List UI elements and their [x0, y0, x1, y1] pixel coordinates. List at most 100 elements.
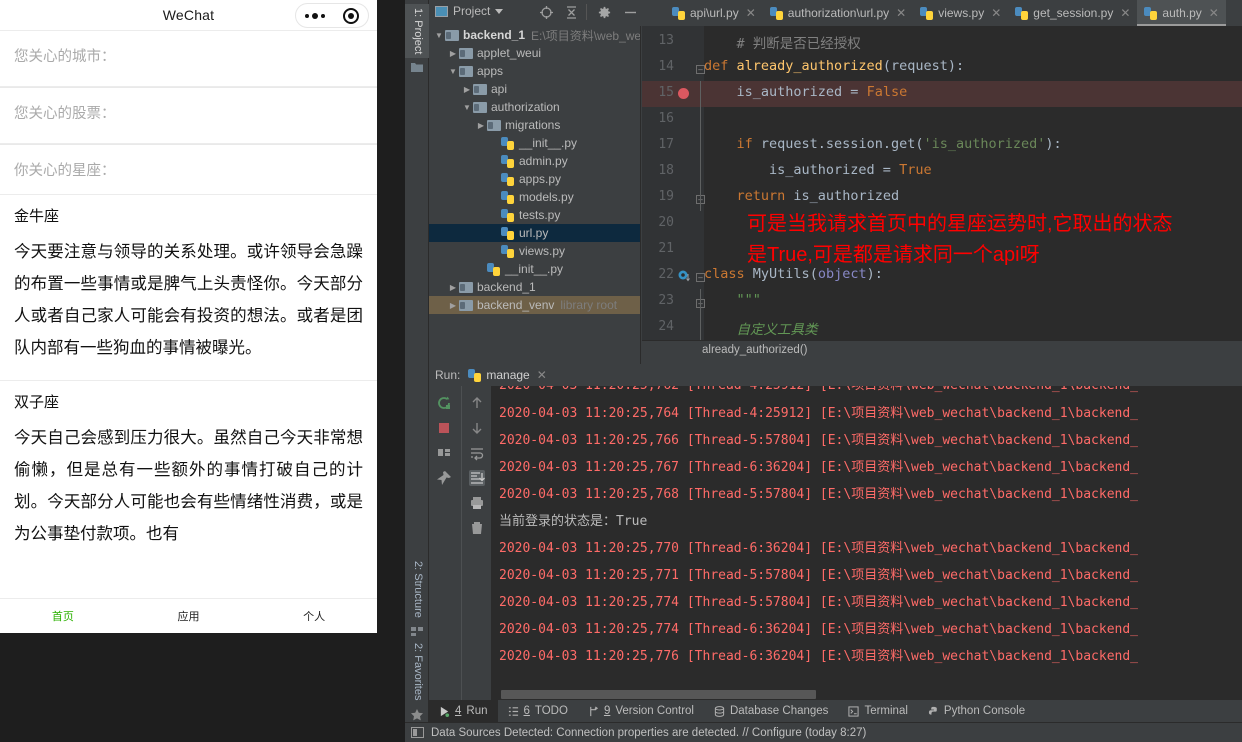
code-line[interactable]: if request.session.get('is_authorized'):	[704, 136, 1242, 162]
tree-item[interactable]: models.py	[429, 188, 640, 206]
sidebar-item-favorites[interactable]: 2: Favorites	[405, 639, 429, 704]
trash-icon[interactable]	[469, 520, 485, 536]
tree-item-label: migrations	[505, 118, 561, 132]
close-icon[interactable]: ✕	[746, 6, 756, 20]
tabbar-item-home[interactable]: 首页	[0, 608, 126, 624]
field-city[interactable]: 您关心的城市：	[0, 30, 377, 80]
tab-api-url[interactable]: api\url.py ✕	[665, 0, 763, 26]
code-line[interactable]: is_authorized = False	[704, 84, 1242, 110]
tree-item[interactable]: tests.py	[429, 206, 640, 224]
tree-item[interactable]: ▶ migrations	[429, 116, 640, 134]
gear-icon[interactable]	[597, 5, 612, 20]
target-circle-icon[interactable]	[343, 7, 359, 24]
stop-icon[interactable]	[436, 420, 452, 436]
tree-item[interactable]: admin.py	[429, 152, 640, 170]
rerun-icon[interactable]	[436, 395, 452, 411]
code-line[interactable]: """	[704, 292, 1242, 318]
code-editor[interactable]: 131415161718192021222324–––– # 判断是否已经授权d…	[642, 26, 1242, 356]
chevron-right-icon[interactable]: ▶	[447, 49, 459, 58]
chevron-right-icon[interactable]: ▶	[461, 85, 473, 94]
chevron-down-icon[interactable]: ▼	[433, 31, 445, 40]
bottom-tab-terminal[interactable]: Terminal	[838, 700, 917, 722]
tab-views[interactable]: views.py ✕	[913, 0, 1009, 26]
wechat-title: WeChat	[162, 7, 215, 23]
project-dropdown[interactable]: Project	[435, 4, 504, 18]
run-console-output[interactable]: 2020-04-03 11:20:25,762 [Thread-4:25912]…	[491, 386, 1242, 704]
up-arrow-icon[interactable]	[469, 395, 485, 411]
status-bar-message[interactable]: Data Sources Detected: Connection proper…	[431, 727, 866, 739]
editor-gutter[interactable]: 131415161718192021222324––––	[642, 26, 705, 356]
field-stock[interactable]: 您关心的股票：	[0, 87, 377, 137]
sidebar-item-project[interactable]: 1: Project	[405, 4, 429, 59]
tree-item[interactable]: ▶ backend_venv library root	[429, 296, 640, 314]
bottom-tab-label: TODO	[534, 705, 568, 717]
tree-item[interactable]: ▶ api	[429, 80, 640, 98]
close-icon[interactable]: ✕	[537, 368, 547, 382]
field-constellation[interactable]: 你关心的星座：	[0, 144, 377, 194]
tab-get-session[interactable]: get_session.py ✕	[1008, 0, 1138, 26]
tab-auth[interactable]: auth.py ✕	[1137, 0, 1227, 26]
layout-icon[interactable]	[436, 445, 452, 461]
tab-label: get_session.py	[1033, 6, 1114, 20]
scroll-to-end-icon[interactable]	[468, 470, 485, 486]
tab-authorization-url[interactable]: authorization\url.py ✕	[762, 0, 914, 26]
chevron-right-icon[interactable]: ▶	[447, 301, 459, 310]
pin-icon[interactable]	[436, 470, 452, 486]
console-horizontal-scrollbar[interactable]	[501, 690, 816, 699]
folder-icon	[445, 29, 459, 41]
tree-item[interactable]: __init__.py	[429, 134, 640, 152]
close-icon[interactable]: ✕	[991, 6, 1001, 20]
minimize-icon[interactable]	[623, 5, 638, 20]
chevron-down-icon[interactable]: ▼	[461, 103, 473, 112]
code-area[interactable]: # 判断是否已经授权 def already_authorized(request…	[704, 26, 1242, 356]
print-icon[interactable]	[469, 495, 485, 511]
tree-item[interactable]: __init__.py	[429, 260, 640, 278]
run-gutter-icon[interactable]	[678, 270, 690, 282]
horoscope-body: 今天要注意与领导的关系处理。或许领导会急躁的布置一些事情或是脾气上头责怪你。今天…	[14, 243, 363, 357]
chevron-right-icon[interactable]: ▶	[475, 121, 487, 130]
down-arrow-icon[interactable]	[469, 420, 485, 436]
close-icon[interactable]: ✕	[896, 6, 906, 20]
notification-icon[interactable]	[411, 727, 424, 738]
run-config-tab[interactable]: manage ✕	[468, 368, 547, 382]
code-line[interactable]	[704, 110, 1242, 136]
collapse-all-icon[interactable]	[564, 5, 579, 20]
tree-item-label: apps.py	[519, 172, 562, 186]
code-line[interactable]: is_authorized = True	[704, 162, 1242, 188]
chevron-down-icon[interactable]: ▼	[447, 67, 459, 76]
breakpoint-icon[interactable]	[678, 88, 689, 99]
status-bar: Data Sources Detected: Connection proper…	[405, 722, 1242, 742]
bottom-tab-python-console[interactable]: Python Console	[918, 700, 1035, 722]
line-number: 14	[658, 59, 674, 74]
soft-wrap-icon[interactable]	[469, 445, 485, 461]
tree-item[interactable]: ▼ backend_1 E:\项目资料\web_we	[429, 26, 640, 44]
python-file-icon	[501, 244, 514, 258]
tree-item[interactable]: views.py	[429, 242, 640, 260]
close-icon[interactable]: ✕	[1120, 6, 1130, 20]
sidebar-item-structure[interactable]: 2: Structure	[405, 557, 429, 622]
chevron-right-icon[interactable]: ▶	[447, 283, 459, 292]
tab-label: api\url.py	[690, 6, 739, 20]
bottom-tab-run[interactable]: 4 Run	[429, 700, 498, 722]
tree-item[interactable]: ▶ applet_weui	[429, 44, 640, 62]
wechat-capsule-buttons[interactable]	[295, 3, 369, 28]
tree-item[interactable]: apps.py	[429, 170, 640, 188]
code-line[interactable]: # 判断是否已经授权	[704, 32, 1242, 58]
python-icon	[468, 368, 482, 382]
chevron-down-icon[interactable]	[495, 8, 504, 14]
close-icon[interactable]: ✕	[1209, 6, 1219, 20]
bottom-tab-database-changes[interactable]: Database Changes	[704, 700, 838, 722]
more-dots-icon[interactable]	[305, 12, 325, 19]
folder-icon	[473, 83, 487, 95]
tree-item[interactable]: ▼ apps	[429, 62, 640, 80]
tree-item-suffix: library root	[560, 298, 618, 312]
locate-icon[interactable]	[539, 5, 554, 20]
bottom-tab-version-control[interactable]: 9 Version Control	[578, 700, 704, 722]
tabbar-item-apps[interactable]: 应用	[126, 608, 252, 624]
tabbar-item-profile[interactable]: 个人	[251, 608, 377, 624]
tree-item[interactable]: ▶ backend_1	[429, 278, 640, 296]
bottom-tab-todo[interactable]: 6 TODO	[498, 700, 578, 722]
breadcrumb[interactable]: already_authorized()	[642, 340, 1242, 358]
tree-item[interactable]: url.py	[429, 224, 640, 242]
tree-item[interactable]: ▼ authorization	[429, 98, 640, 116]
